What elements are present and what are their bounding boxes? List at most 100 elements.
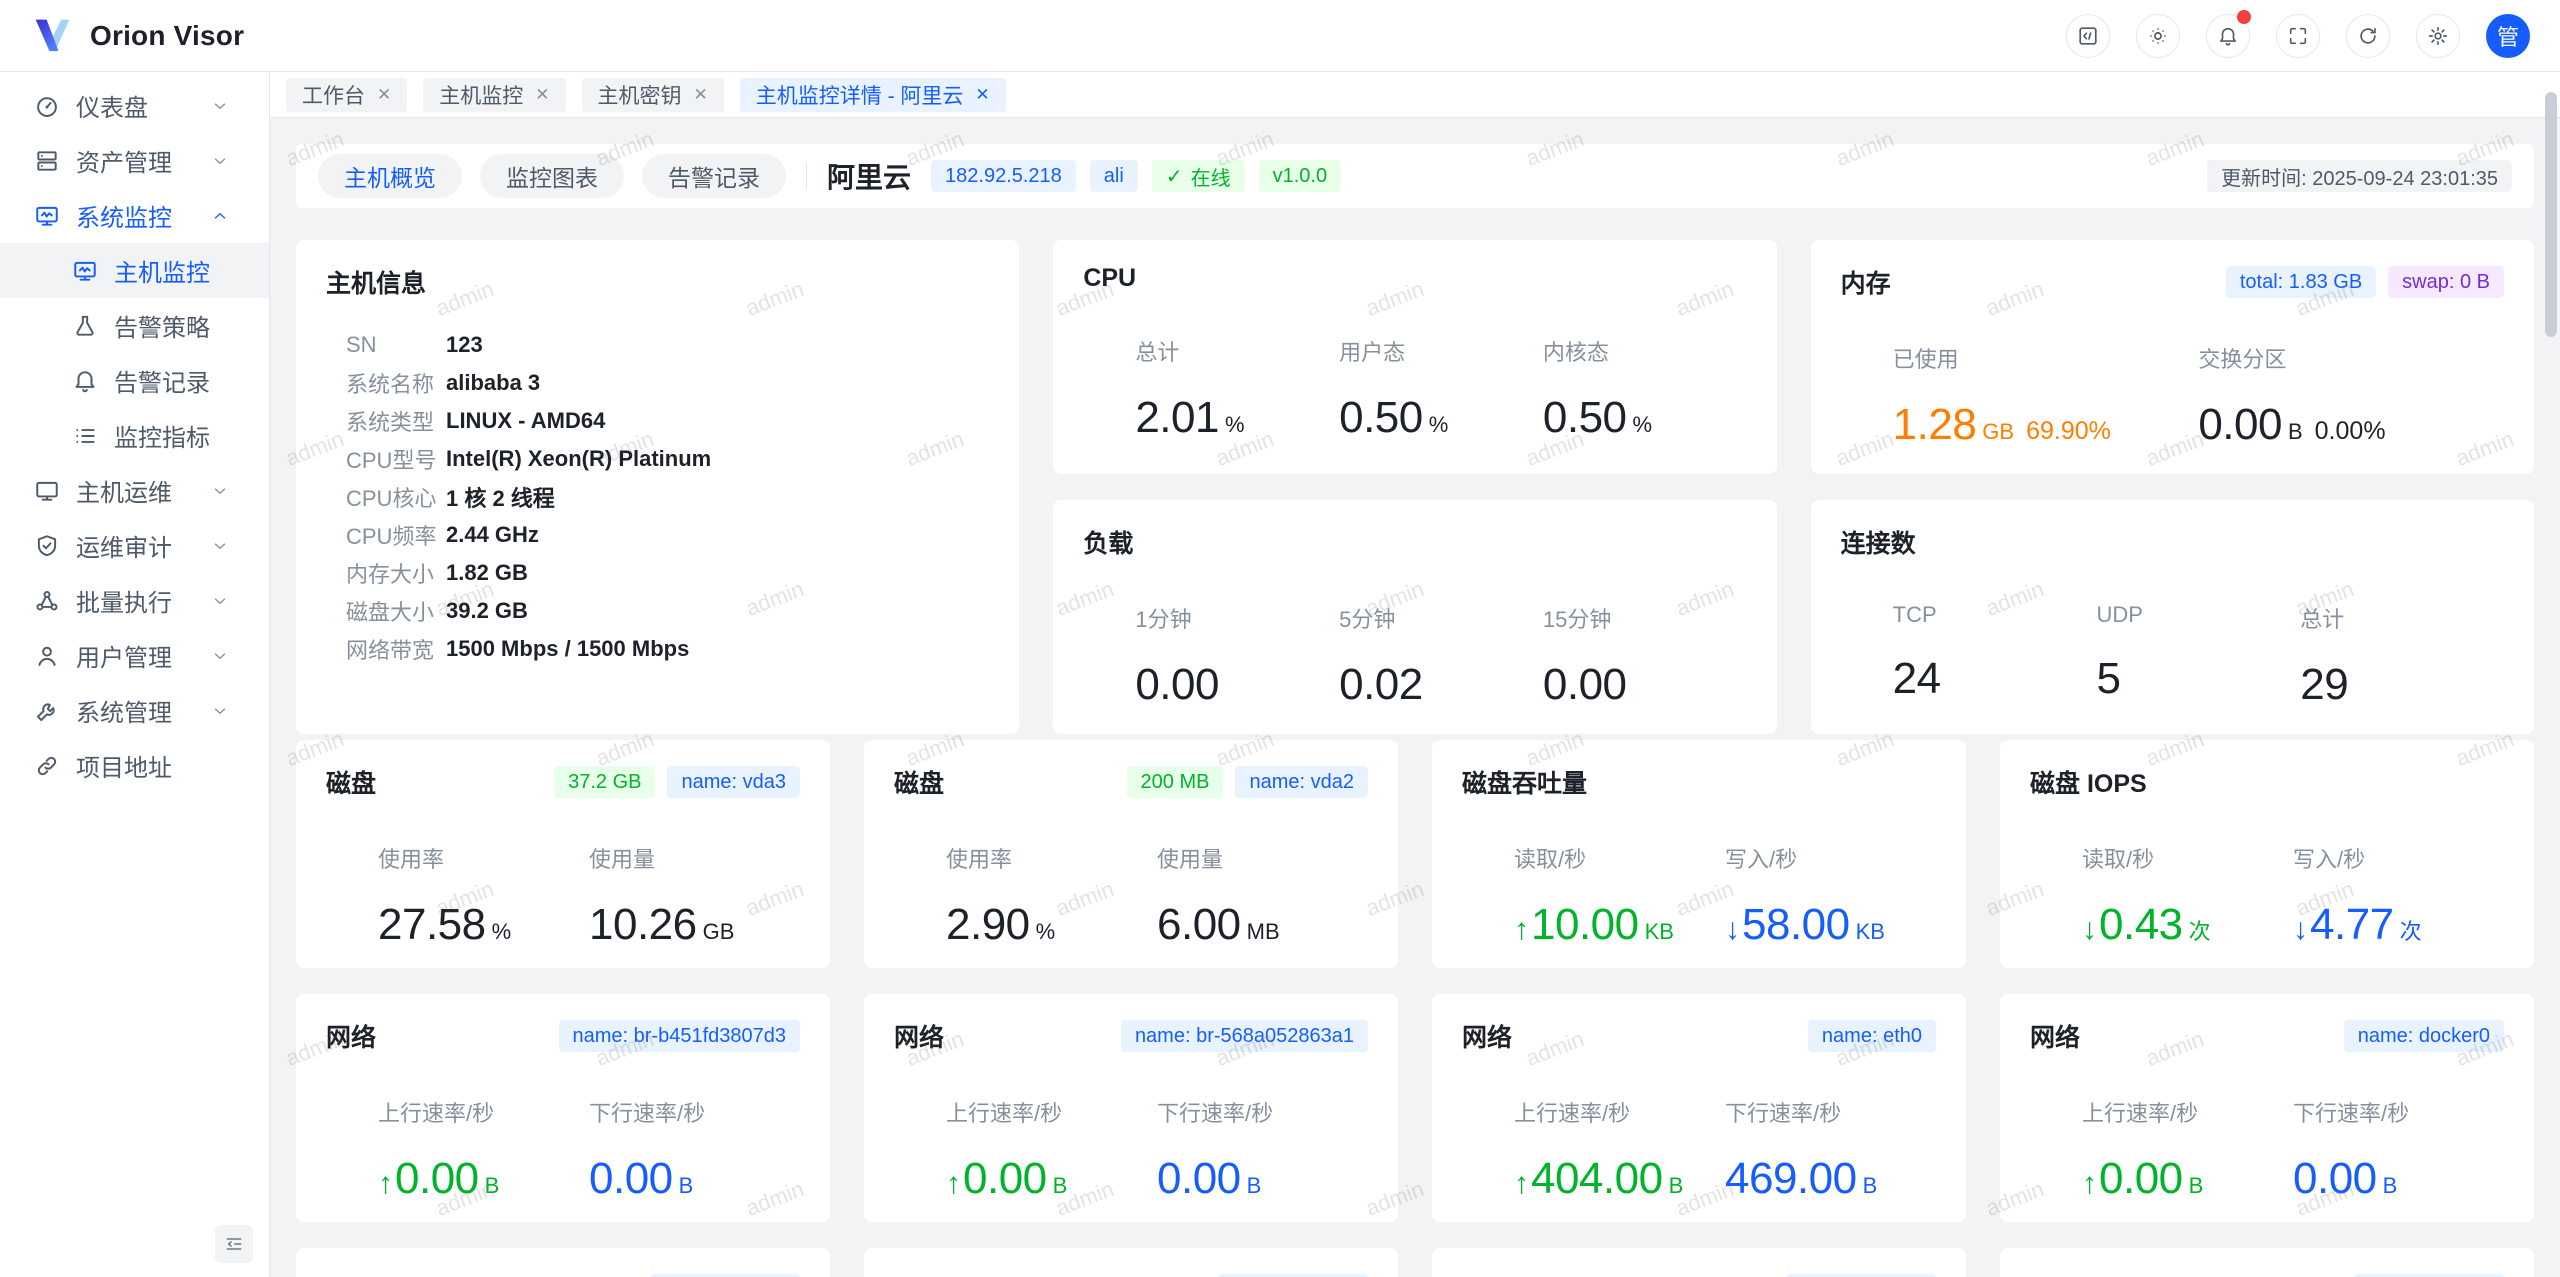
info-row: 内存大小1.82 GB <box>326 554 989 592</box>
page-header-card: 主机概览监控图表告警记录 阿里云 182.92.5.218ali✓在线v1.0.… <box>296 144 2534 208</box>
sidebar-item-仪表盘[interactable]: 仪表盘 <box>0 78 269 133</box>
metric-1分钟: 1分钟0.00 <box>1135 602 1339 710</box>
metric-number: 0.00 <box>2099 1154 2183 1204</box>
info-row: 系统类型LINUX - AMD64 <box>326 402 989 440</box>
chevron-down-icon <box>211 97 229 115</box>
card-title: CPU <box>1083 264 1136 293</box>
sidebar-item-告警记录[interactable]: 告警记录 <box>0 353 269 408</box>
user-avatar[interactable]: 管 <box>2486 14 2530 58</box>
view-button-告警记录[interactable]: 告警记录 <box>642 154 786 198</box>
brand: Orion Visor <box>30 16 244 56</box>
metric-写入/秒: 写入/秒↓58.00KB <box>1725 842 1936 950</box>
sidebar-item-主机运维[interactable]: 主机运维 <box>0 463 269 518</box>
tab-主机监控详情 - 阿里云[interactable]: 主机监控详情 - 阿里云✕ <box>740 78 1006 112</box>
chevron-up-icon <box>211 207 229 225</box>
sidebar-item-告警策略[interactable]: 告警策略 <box>0 298 269 353</box>
card-header: 网络 <box>326 1272 800 1277</box>
fullscreen-button[interactable] <box>2276 14 2320 58</box>
metric-extra: 69.90% <box>2026 417 2111 446</box>
list-icon <box>72 423 98 449</box>
metric-number: 0.02 <box>1339 660 1423 710</box>
sidebar-item-批量执行[interactable]: 批量执行 <box>0 573 269 628</box>
metric-label: 交换分区 <box>2198 342 2504 374</box>
sidebar-item-资产管理[interactable]: 资产管理 <box>0 133 269 188</box>
card-tags: name: br-b451fd3807d3 <box>559 1020 801 1052</box>
notifications-button[interactable] <box>2206 14 2250 58</box>
refresh-button[interactable] <box>2346 14 2390 58</box>
card-title: 磁盘 IOPS <box>2030 764 2147 800</box>
content: 主机概览监控图表告警记录 阿里云 182.92.5.218ali✓在线v1.0.… <box>270 118 2560 1277</box>
sidebar-item-用户管理[interactable]: 用户管理 <box>0 628 269 683</box>
card-title: 网络 <box>894 1272 944 1277</box>
sidebar-item-运维审计[interactable]: 运维审计 <box>0 518 269 573</box>
metric-UDP: UDP5 <box>2096 602 2300 710</box>
vertical-scrollbar-thumb[interactable] <box>2545 92 2557 337</box>
host-name: 阿里云 <box>827 156 911 196</box>
tab-主机监控[interactable]: 主机监控✕ <box>423 78 565 112</box>
fullscreen-icon <box>2287 25 2309 47</box>
view-button-监控图表[interactable]: 监控图表 <box>480 154 624 198</box>
card-header: 磁盘200 MBname: vda2 <box>894 764 1368 800</box>
metric-上行速率/秒: 上行速率/秒↑0.00B <box>2082 1096 2293 1204</box>
metric-number: 5 <box>2096 654 2120 704</box>
card-tags: name: docker0 <box>2344 1020 2504 1052</box>
metric-label: 总计 <box>2300 602 2504 634</box>
arrow-down-icon: ↓ <box>2293 913 2308 947</box>
wrench-icon <box>34 698 60 724</box>
tab-主机密钥[interactable]: 主机密钥✕ <box>582 78 724 112</box>
net-eth0-card: 网络name: eth0上行速率/秒↑404.00B下行速率/秒469.00B <box>1432 994 1966 1222</box>
info-value: 1500 Mbps / 1500 Mbps <box>446 636 689 662</box>
tag: name: vda2 <box>1235 766 1368 798</box>
metric-value: 6.00MB <box>1157 900 1368 950</box>
close-icon[interactable]: ✕ <box>975 85 989 105</box>
sidebar-item-系统管理[interactable]: 系统管理 <box>0 683 269 738</box>
sidebar-item-监控指标[interactable]: 监控指标 <box>0 408 269 463</box>
card-header: 连接数 <box>1841 524 2504 560</box>
card-title: 主机信息 <box>326 264 426 300</box>
sidebar-item-系统监控[interactable]: 系统监控 <box>0 188 269 243</box>
view-button-主机概览[interactable]: 主机概览 <box>318 154 462 198</box>
sidebar-item-label: 批量执行 <box>76 583 172 618</box>
theme-button[interactable] <box>2136 14 2180 58</box>
sidebar-item-项目地址[interactable]: 项目地址 <box>0 738 269 793</box>
network-row: 网络name: br-b451fd3807d3上行速率/秒↑0.00B下行速率/… <box>296 994 2534 1222</box>
info-value: 2.44 GHz <box>446 522 539 548</box>
close-icon[interactable]: ✕ <box>694 85 708 105</box>
close-icon[interactable]: ✕ <box>535 85 549 105</box>
metric-value: ↓4.77次 <box>2293 900 2504 950</box>
info-row: CPU频率2.44 GHz <box>326 516 989 554</box>
close-icon[interactable]: ✕ <box>377 85 391 105</box>
net-docker0-card: 网络name: docker0上行速率/秒↑0.00B下行速率/秒0.00B <box>2000 994 2534 1222</box>
metric-label: 写入/秒 <box>2293 842 2504 874</box>
arrow-down-icon: ↓ <box>1725 913 1740 947</box>
metric-unit: B <box>2189 1173 2204 1199</box>
metric-unit: % <box>1225 412 1245 438</box>
sidebar-item-主机监控[interactable]: 主机监控 <box>0 243 269 298</box>
metric-label: 已使用 <box>1893 342 2199 374</box>
tab-工作台[interactable]: 工作台✕ <box>286 78 407 112</box>
user-icon <box>34 643 60 669</box>
tag-text: total: 1.83 GB <box>2240 271 2362 294</box>
code-button[interactable] <box>2066 14 2110 58</box>
sidebar-item-label: 主机监控 <box>114 253 210 288</box>
metric-unit: B <box>485 1173 500 1199</box>
settings-button[interactable] <box>2416 14 2460 58</box>
card-header: 磁盘 IOPS <box>2030 764 2504 800</box>
tag-text: name: eth0 <box>1822 1025 1922 1048</box>
info-row: 网络带宽1500 Mbps / 1500 Mbps <box>326 630 989 668</box>
sidebar-collapse-button[interactable] <box>215 1225 253 1263</box>
metric-value: 0.00B <box>589 1154 800 1204</box>
assets-icon <box>34 148 60 174</box>
metric-label: 1分钟 <box>1135 602 1339 634</box>
info-label: 系统类型 <box>346 405 446 437</box>
divider <box>806 162 807 190</box>
metric-label: 上行速率/秒 <box>2082 1096 2293 1128</box>
code-icon <box>2077 25 2099 47</box>
metric-number: 0.00 <box>2198 400 2282 450</box>
metric-value: 29 <box>2300 660 2504 710</box>
metric-number: 0.00 <box>2293 1154 2377 1204</box>
metric-label: 读取/秒 <box>2082 842 2293 874</box>
card-header: 磁盘37.2 GBname: vda3 <box>326 764 800 800</box>
metric-下行速率/秒: 下行速率/秒0.00B <box>2293 1096 2504 1204</box>
metric-value: 0.02 <box>1339 660 1543 710</box>
